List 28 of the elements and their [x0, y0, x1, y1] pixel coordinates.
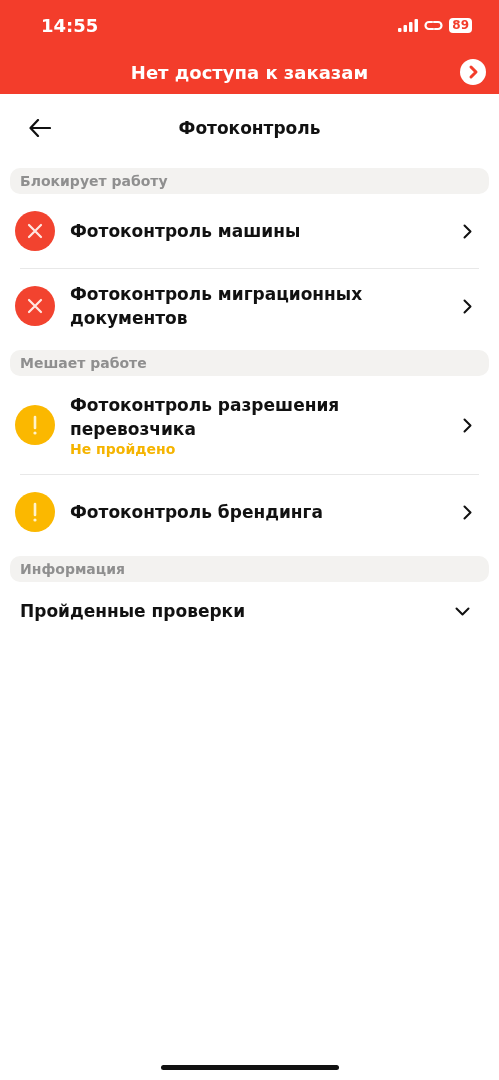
- page-title: Фотоконтроль: [178, 117, 321, 138]
- section-header: Блокирует работу: [10, 168, 489, 194]
- status-time: 14:55: [41, 14, 99, 36]
- error-x-icon: [15, 286, 55, 326]
- check-title: Фотоконтроль разрешения перевозчика: [70, 394, 341, 441]
- section-header: Мешает работе: [10, 350, 489, 376]
- battery-indicator: 89: [449, 17, 472, 33]
- section-header: Информация: [10, 556, 489, 582]
- chevron-right-icon: [463, 223, 472, 239]
- check-item[interactable]: Фотоконтроль миграционных документов: [0, 269, 499, 343]
- warning-exclamation-icon: [15, 492, 55, 532]
- check-item[interactable]: Фотоконтроль машины: [0, 194, 499, 268]
- chevron-right-icon: [463, 417, 472, 433]
- collapsible-row[interactable]: Пройденные проверки: [0, 582, 499, 640]
- check-item[interactable]: Фотоконтроль разрешения перевозчика Не пройдено: [0, 376, 499, 474]
- chevron-right-circle-icon[interactable]: [460, 59, 486, 85]
- check-title: Фотоконтроль брендинга: [70, 501, 324, 524]
- banner-text: Нет доступа к заказам: [130, 61, 369, 83]
- error-x-icon: [15, 211, 55, 251]
- warning-exclamation-icon: [15, 405, 55, 445]
- check-status: Не пройдено: [70, 441, 177, 457]
- back-arrow-icon[interactable]: [29, 118, 51, 137]
- chevron-right-icon: [463, 298, 472, 314]
- check-title: Фотоконтроль миграционных документов: [70, 283, 364, 330]
- signal-icon: [398, 18, 419, 32]
- chevron-right-icon: [463, 504, 472, 520]
- check-title: Фотоконтроль машины: [70, 220, 302, 243]
- check-item[interactable]: Фотоконтроль брендинга: [0, 475, 499, 549]
